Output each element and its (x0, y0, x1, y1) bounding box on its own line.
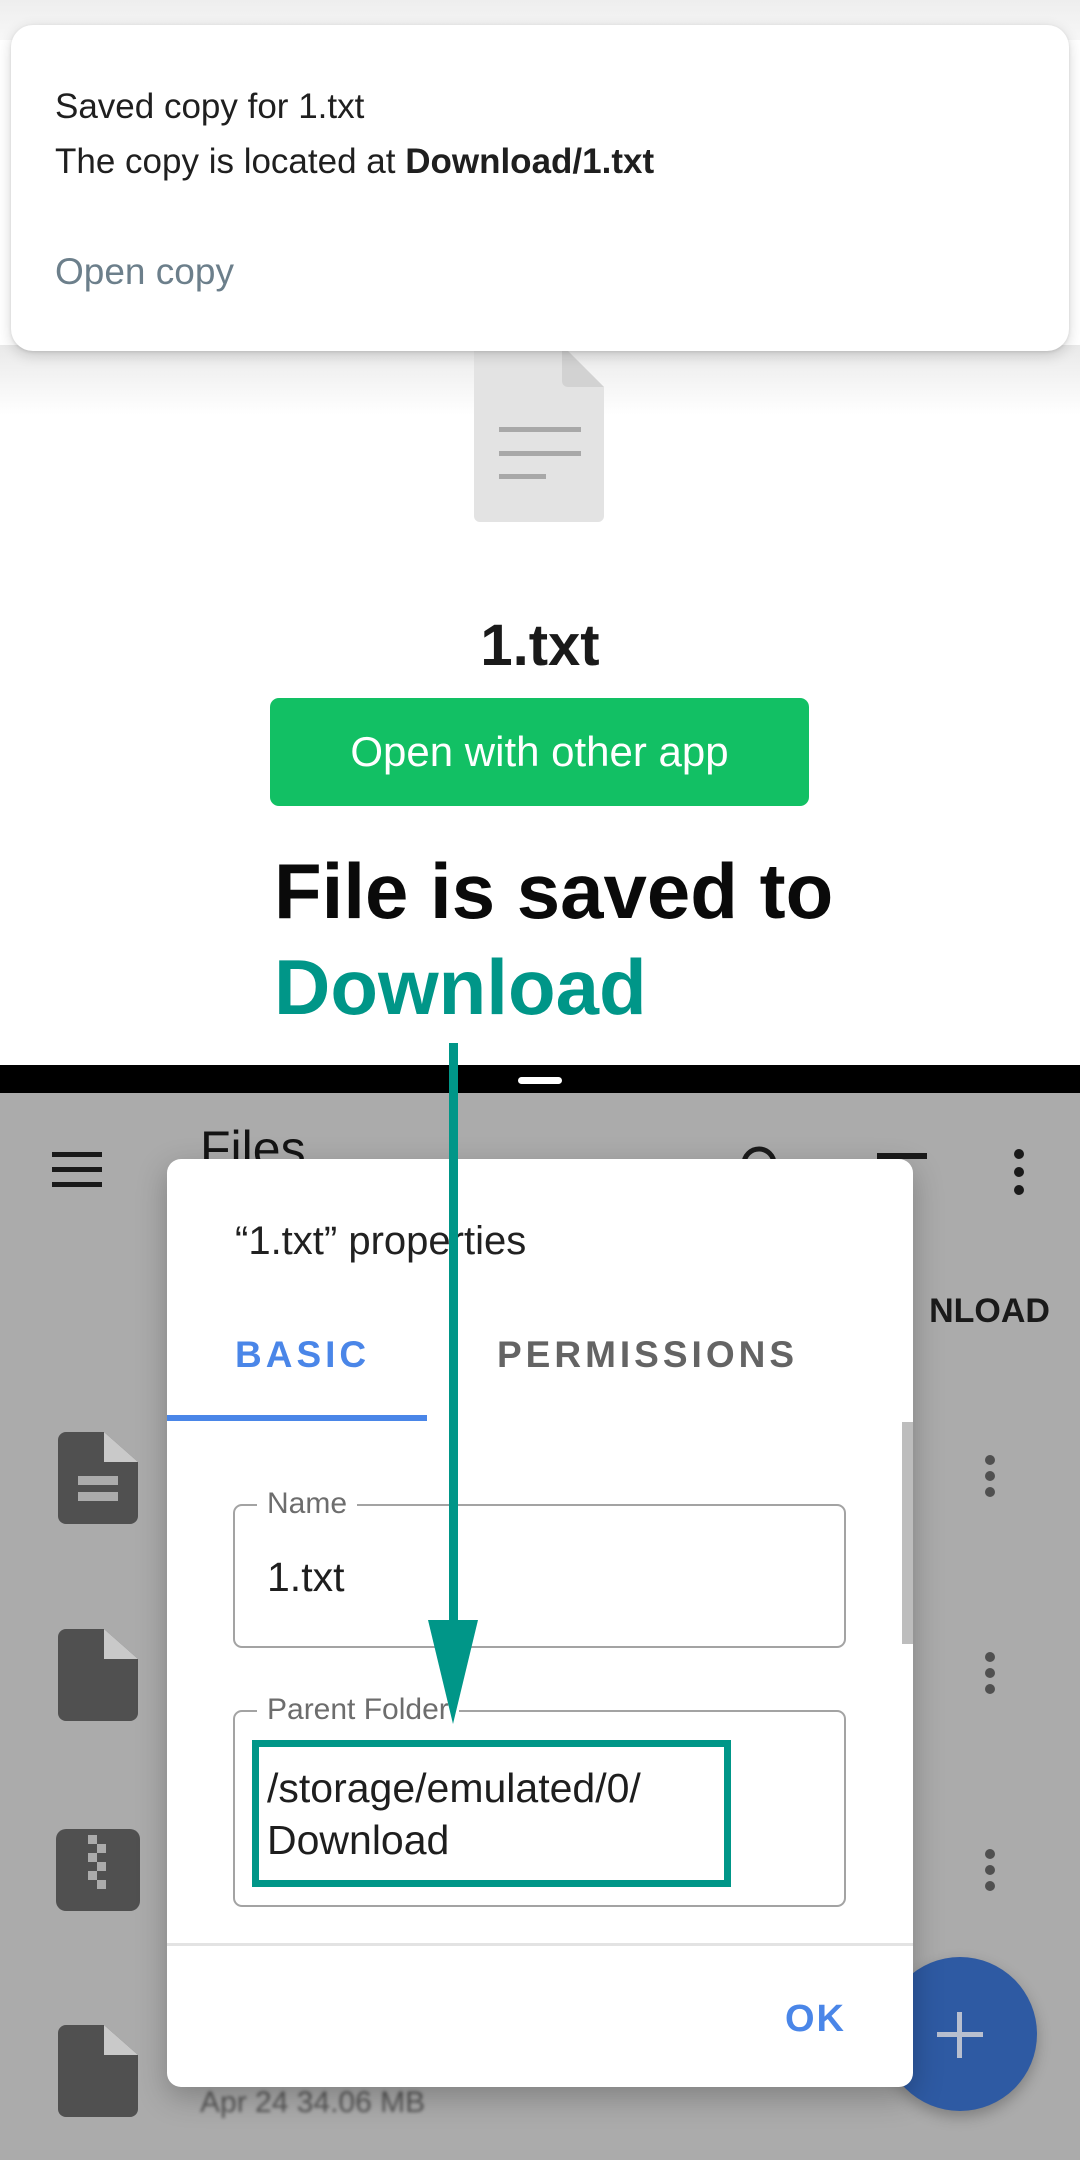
more-vert-icon[interactable] (978, 1454, 1002, 1504)
more-vert-icon[interactable] (978, 1651, 1002, 1701)
open-copy-button[interactable]: Open copy (55, 251, 234, 293)
ok-button[interactable]: OK (777, 1994, 854, 2045)
arrow-down-icon (428, 1620, 478, 1724)
name-field-label: Name (257, 1487, 358, 1521)
notification-body: The copy is located at Download/1.txt (55, 142, 654, 182)
menu-icon[interactable] (52, 1152, 102, 1188)
text-file-icon (474, 345, 604, 522)
dialog-title: “1.txt” properties (235, 1219, 527, 1263)
dialog-scrollbar[interactable] (902, 1422, 913, 1644)
generic-file-icon[interactable] (58, 2025, 138, 2117)
open-with-other-app-label: Open with other app (350, 728, 729, 775)
plus-icon-vertical (957, 2012, 962, 2058)
notification-body-prefix: The copy is located at (55, 142, 406, 181)
annotation-text: File is saved to (274, 847, 834, 935)
tab-permissions[interactable]: PERMISSIONS (497, 1334, 798, 1376)
name-field-value[interactable]: 1.txt (267, 1554, 344, 1601)
tab-basic[interactable]: BASIC (235, 1334, 370, 1376)
active-tab-indicator (167, 1415, 427, 1421)
properties-dialog: “1.txt” properties BASIC PERMISSIONS Nam… (167, 1159, 913, 2087)
name-field[interactable]: Name 1.txt (233, 1487, 846, 1648)
file-name: 1.txt (480, 613, 600, 678)
annotation-arrow-line (449, 1043, 458, 1628)
open-with-other-app-button[interactable]: Open with other app (270, 698, 809, 806)
annotation-highlight-box (252, 1740, 731, 1887)
notification-title: Saved copy for 1.txt (55, 87, 365, 126)
dialog-divider (167, 1943, 913, 1946)
generic-file-icon[interactable] (58, 1629, 138, 1721)
more-vert-icon[interactable] (1007, 1148, 1031, 1198)
text-file-icon[interactable] (58, 1432, 138, 1524)
notification-body-path: Download/1.txt (405, 142, 655, 181)
saved-copy-notification: Saved copy for 1.txt The copy is located… (11, 25, 1069, 351)
more-vert-icon[interactable] (978, 1848, 1002, 1898)
split-screen-handle[interactable] (518, 1077, 562, 1084)
file-metadata: Apr 24 34.06 MB (200, 2086, 426, 2119)
archive-file-icon[interactable] (56, 1829, 140, 1911)
annotation-folder-text: Download (274, 943, 647, 1031)
